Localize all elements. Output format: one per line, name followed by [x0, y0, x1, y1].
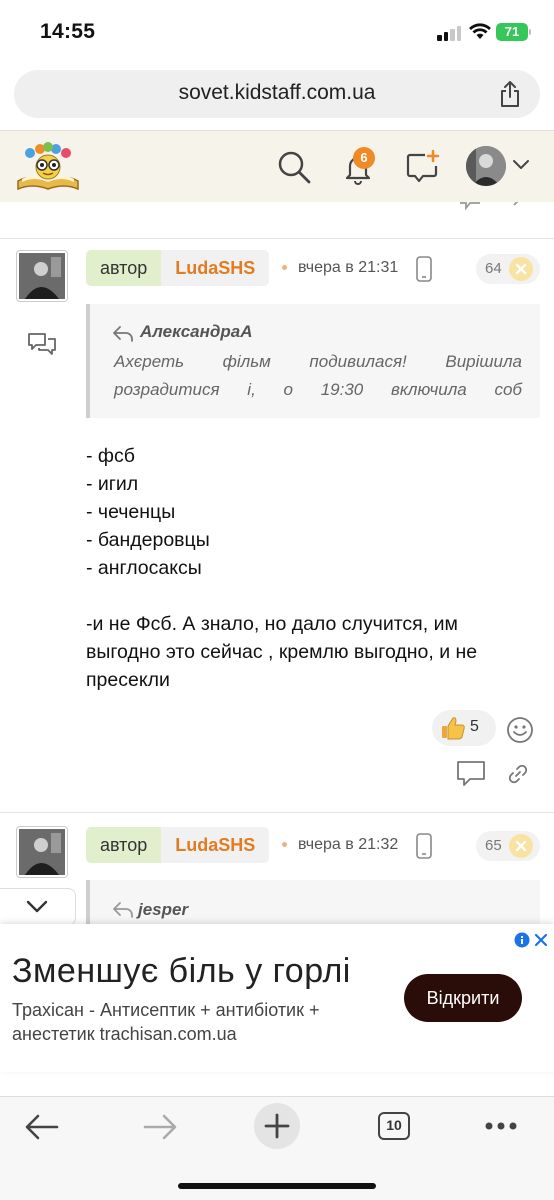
- post-separator: [0, 812, 554, 813]
- scroll-down-button[interactable]: [0, 888, 76, 926]
- new-message-icon[interactable]: [405, 149, 441, 185]
- cellular-signal-icon: [437, 25, 463, 41]
- ad-open-button[interactable]: Відкрити: [404, 974, 522, 1022]
- author-label: автор: [86, 250, 162, 286]
- post-number-text: 65: [485, 837, 502, 854]
- body-line: - фсб: [86, 445, 135, 467]
- comment-icon[interactable]: [458, 202, 482, 212]
- status-time: 14:55: [40, 20, 96, 43]
- quote-block: jesper: [86, 880, 540, 924]
- battery-tip: [529, 29, 531, 35]
- smiley-icon[interactable]: [506, 716, 534, 744]
- post-separator: [0, 238, 554, 239]
- home-indicator: [178, 1183, 376, 1189]
- address-bar[interactable]: sovet.kidstaff.com.ua: [14, 70, 540, 118]
- plus-icon: [264, 1113, 290, 1139]
- separator-dot: [282, 842, 287, 847]
- more-options-icon[interactable]: [484, 1121, 518, 1131]
- wifi-icon: [469, 23, 491, 39]
- tabs-button[interactable]: 10: [378, 1112, 410, 1140]
- share-icon[interactable]: [498, 80, 522, 108]
- close-icon[interactable]: [509, 834, 533, 858]
- quote-author[interactable]: jesper: [138, 900, 188, 920]
- post-number[interactable]: 65: [476, 831, 540, 861]
- like-count: 5: [470, 718, 479, 735]
- body-line: - игил: [86, 473, 139, 495]
- url-text[interactable]: sovet.kidstaff.com.ua: [14, 81, 540, 105]
- author-name[interactable]: LudaSHS: [161, 827, 270, 863]
- site-logo[interactable]: [16, 141, 80, 193]
- link-icon[interactable]: [507, 202, 531, 212]
- previous-post-actions: [0, 202, 554, 216]
- ad-title[interactable]: Зменшує біль у горлі: [12, 952, 351, 991]
- quote-line: розрадитися і, о 19:30 включила соб: [114, 380, 522, 399]
- post-avatar[interactable]: [16, 826, 68, 878]
- body-line: -и не Фсб. А знало, но дало случится, им: [86, 613, 458, 635]
- post-number[interactable]: 64: [476, 254, 540, 284]
- author-tag: автор LudaSHS: [86, 250, 270, 286]
- new-tab-button[interactable]: [254, 1103, 300, 1149]
- author-label: автор: [86, 827, 162, 863]
- forward-arrow-icon[interactable]: [142, 1113, 178, 1141]
- site-header: 6: [0, 130, 554, 202]
- post-time[interactable]: вчера в 21:32: [298, 836, 398, 854]
- notification-badge: 6: [353, 147, 375, 169]
- comment-icon[interactable]: [456, 760, 486, 788]
- quote-block: АлександраА Ахєреть фільм подивилася! Ви…: [86, 304, 540, 418]
- body-line: - англосаксы: [86, 557, 202, 579]
- chevron-down-icon[interactable]: [512, 159, 530, 171]
- status-bar: 14:55 71: [0, 0, 554, 62]
- author-tag: автор LudaSHS: [86, 827, 270, 863]
- reply-arrow-icon: [113, 902, 133, 918]
- body-line: пресекли: [86, 669, 170, 691]
- link-icon[interactable]: [506, 762, 530, 786]
- like-reaction[interactable]: 5: [432, 710, 496, 746]
- body-line: [86, 582, 526, 610]
- post-number-text: 64: [485, 260, 502, 277]
- post-body: - фсб - игил - чеченцы - бандеровцы - ан…: [86, 442, 526, 694]
- user-avatar[interactable]: [466, 146, 506, 186]
- search-icon[interactable]: [276, 149, 312, 185]
- chevron-down-icon: [26, 900, 48, 913]
- thumbs-up-icon: [442, 717, 465, 740]
- post-avatar[interactable]: [16, 250, 68, 302]
- body-line: - чеченцы: [86, 501, 176, 523]
- post-time[interactable]: вчера в 21:31: [298, 259, 398, 277]
- separator-dot: [282, 265, 287, 270]
- quote-line: Ахєреть фільм подивилася! Вирішила: [114, 352, 522, 371]
- battery-icon: 71: [496, 23, 528, 41]
- chat-bubbles-icon[interactable]: [27, 332, 57, 358]
- reply-arrow-icon: [113, 326, 133, 342]
- ad-info-icon[interactable]: [514, 932, 530, 948]
- author-name[interactable]: LudaSHS: [161, 250, 270, 286]
- ad-description[interactable]: анестетик trachisan.com.ua: [12, 1022, 392, 1046]
- ad-close-icon[interactable]: [534, 933, 548, 947]
- mobile-device-icon: [416, 833, 432, 859]
- body-line: - бандеровцы: [86, 529, 210, 551]
- ad-description[interactable]: Трахісан - Антисептик + антибіотик +: [12, 998, 392, 1022]
- close-icon[interactable]: [509, 257, 533, 281]
- body-line: выгодно это сейчас , кремлю выгодно, и н…: [86, 641, 478, 663]
- back-arrow-icon[interactable]: [24, 1113, 60, 1141]
- quote-author[interactable]: АлександраА: [140, 322, 253, 342]
- mobile-device-icon: [416, 256, 432, 282]
